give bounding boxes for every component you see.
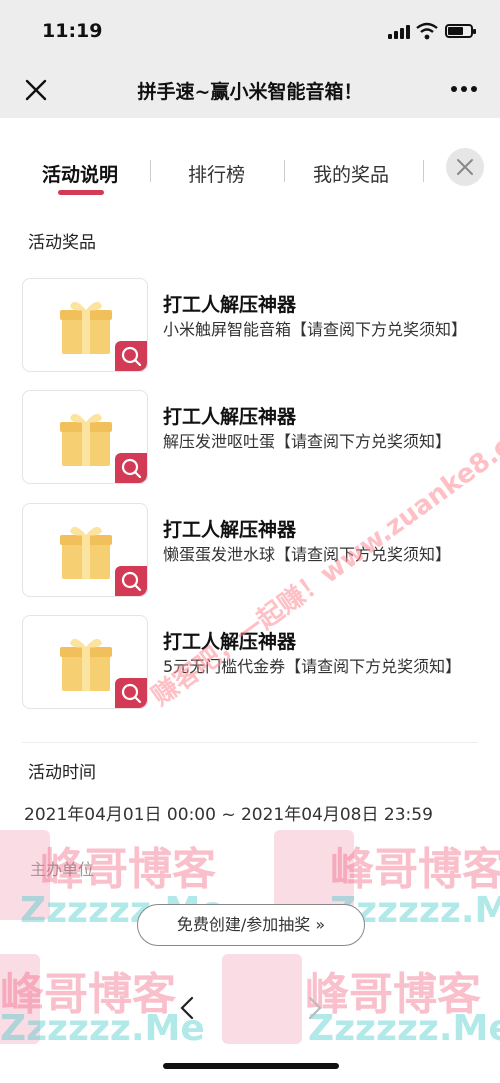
prize-item: 打工人解压神器 小米触屏智能音箱【请查阅下方兑奖须知】 (22, 278, 482, 374)
zoom-button[interactable] (115, 678, 147, 708)
section-divider (22, 742, 478, 743)
zoom-icon (121, 683, 142, 704)
tab-activity-info[interactable]: 活动说明 (42, 160, 118, 187)
status-time: 11:19 (42, 20, 103, 42)
prize-image[interactable] (22, 390, 148, 484)
zoom-button[interactable] (115, 566, 147, 596)
prize-item: 打工人解压神器 5元无门槛代金券【请查阅下方兑奖须知】 (22, 615, 482, 711)
signal-icon (388, 25, 410, 39)
prize-image[interactable] (22, 503, 148, 597)
nav-bar: 拼手速~赢小米智能音箱！ (0, 60, 500, 118)
prize-image[interactable] (22, 615, 148, 709)
prize-item: 打工人解压神器 懒蛋蛋发泄水球【请查阅下方兑奖须知】 (22, 503, 482, 599)
prize-title: 打工人解压神器 (163, 294, 297, 316)
gift-icon (60, 301, 112, 354)
tab-my-prizes[interactable]: 我的奖品 (313, 160, 389, 187)
watermark-brand: 峰哥博客 (305, 969, 481, 1020)
zoom-button[interactable] (115, 453, 147, 483)
active-tab-indicator (58, 190, 104, 195)
prize-title: 打工人解压神器 (163, 631, 297, 653)
tab-leaderboard[interactable]: 排行榜 (188, 160, 245, 187)
chevron-right-icon[interactable] (300, 988, 330, 1028)
panel-close-button[interactable] (446, 148, 484, 186)
tab-separator (284, 160, 285, 182)
prize-item: 打工人解压神器 解压发泄呕吐蛋【请查阅下方兑奖须知】 (22, 390, 482, 486)
page-title: 拼手速~赢小米智能音箱！ (137, 81, 363, 103)
create-join-lottery-button[interactable]: 免费创建/参加抽奖 » (137, 904, 365, 946)
battery-icon (445, 24, 476, 38)
prize-title: 打工人解压神器 (163, 519, 297, 541)
watermark-logo (0, 830, 50, 920)
prize-description: 解压发泄呕吐蛋【请查阅下方兑奖须知】 (163, 432, 452, 451)
close-icon[interactable] (22, 76, 50, 104)
more-icon[interactable] (448, 76, 480, 102)
zoom-icon (121, 571, 142, 592)
watermark-domain: Zzzzzz.Me (308, 1008, 500, 1049)
gift-icon (60, 638, 112, 691)
prize-title: 打工人解压神器 (163, 406, 297, 428)
prize-description: 懒蛋蛋发泄水球【请查阅下方兑奖须知】 (163, 545, 452, 564)
tab-separator (423, 160, 424, 182)
gift-icon (60, 413, 112, 466)
status-bar: 11:19 (0, 0, 500, 60)
zoom-icon (121, 458, 142, 479)
zoom-button[interactable] (115, 341, 147, 371)
time-section-title: 活动时间 (24, 756, 100, 787)
gift-icon (60, 526, 112, 579)
home-indicator (163, 1063, 339, 1069)
prizes-section-title: 活动奖品 (24, 226, 100, 257)
watermark-logo (222, 954, 302, 1044)
tab-bar: 活动说明 排行榜 我的奖品 (0, 148, 500, 204)
activity-time: 2021年04月01日 00:00 ~ 2021年04月08日 23:59 (24, 805, 433, 825)
chevron-left-icon[interactable] (172, 988, 202, 1028)
prize-description: 小米触屏智能音箱【请查阅下方兑奖须知】 (163, 320, 468, 339)
close-icon (457, 159, 473, 175)
zoom-icon (121, 346, 142, 367)
tab-separator (150, 160, 151, 182)
wifi-icon (416, 22, 438, 40)
watermark-brand: 峰哥博客 (330, 844, 500, 895)
prize-image[interactable] (22, 278, 148, 372)
watermark-logo (0, 954, 40, 1044)
main-content: 活动说明 排行榜 我的奖品 活动奖品 打工人解压神器 小米触屏智能音箱【请查阅下… (0, 118, 500, 1083)
prize-description: 5元无门槛代金券【请查阅下方兑奖须知】 (163, 657, 462, 676)
